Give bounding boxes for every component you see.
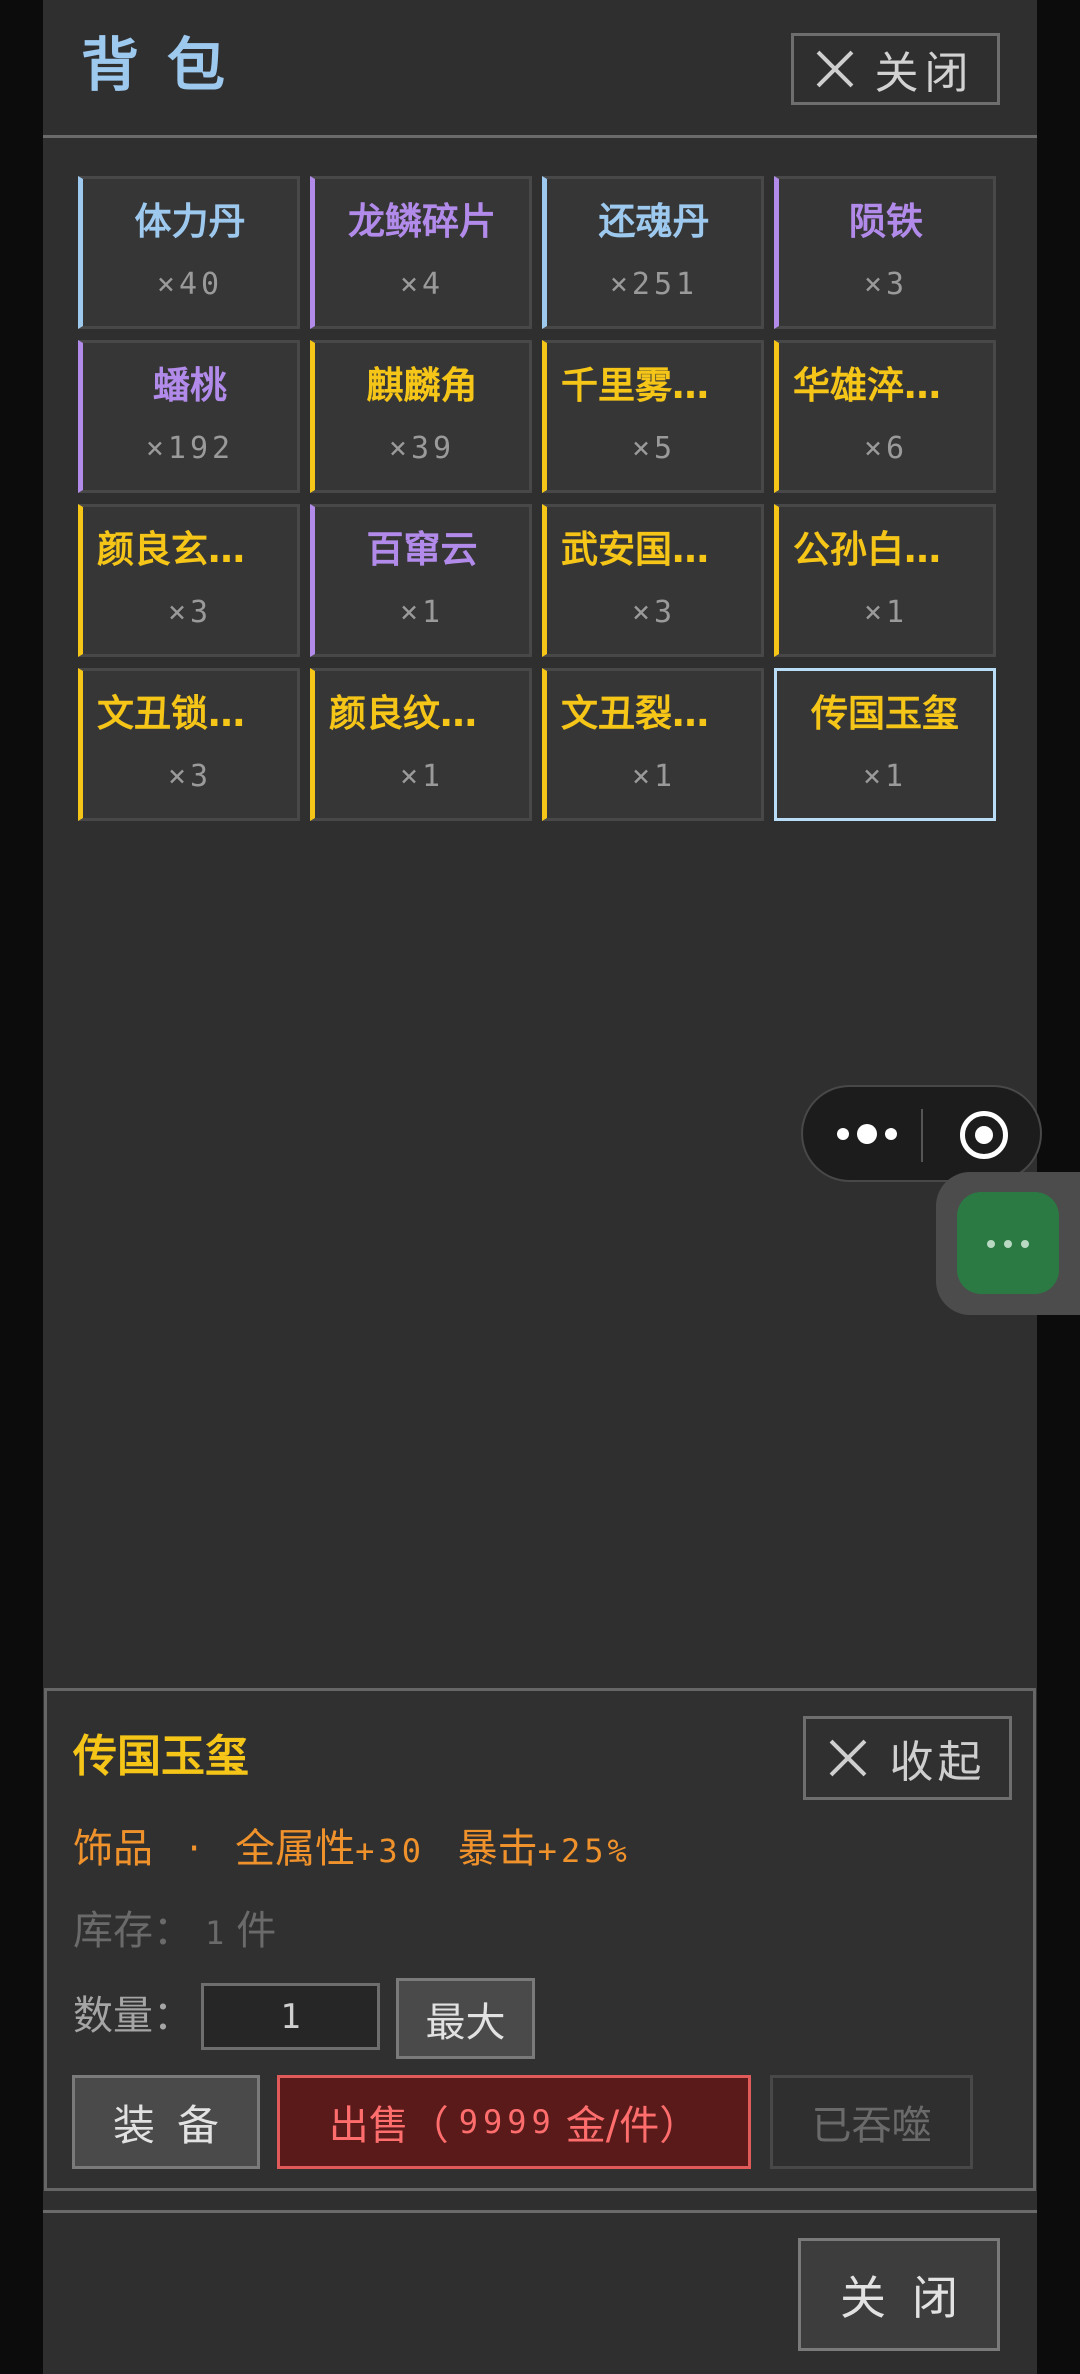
item-count: ×40 — [156, 267, 224, 302]
sell-suffix: 金/件） — [565, 2103, 700, 2149]
close-icon — [830, 1740, 866, 1776]
item-name: 麒麟角 — [366, 364, 478, 407]
item-name: 文丑锁… — [97, 692, 245, 735]
attr-value: +25% — [537, 1832, 631, 1870]
item-name: 公孙白… — [793, 528, 941, 571]
equip-button[interactable]: 装备 — [72, 2075, 260, 2169]
floating-chat[interactable] — [936, 1172, 1080, 1315]
item-count: ×3 — [863, 267, 909, 302]
inventory-item[interactable]: 武安国… ×3 — [542, 504, 764, 657]
item-count: ×5 — [631, 431, 677, 466]
sell-price: 9999 — [458, 2103, 556, 2141]
inventory-item[interactable]: 传国玉玺 ×1 — [774, 668, 996, 821]
item-name: 陨铁 — [849, 200, 923, 243]
sell-prefix: 出售（ — [328, 2103, 449, 2149]
item-count: ×1 — [631, 759, 677, 794]
item-count: ×6 — [863, 431, 909, 466]
inventory-item[interactable]: 蟠桃 ×192 — [78, 340, 300, 493]
inventory-item[interactable]: 千里雾… ×5 — [542, 340, 764, 493]
item-count: ×1 — [399, 759, 445, 794]
item-name: 华雄淬… — [793, 364, 941, 407]
chat-bubble-icon — [957, 1192, 1059, 1294]
item-count: ×3 — [167, 595, 213, 630]
close-button-bottom[interactable]: 关闭 — [798, 2238, 1000, 2351]
quantity-input[interactable] — [201, 1983, 380, 2050]
item-count: ×1 — [399, 595, 445, 630]
inventory-item[interactable]: 公孙白… ×1 — [774, 504, 996, 657]
close-icon — [817, 51, 853, 87]
item-name: 还魂丹 — [598, 200, 710, 243]
inventory-item[interactable]: 文丑锁… ×3 — [78, 668, 300, 821]
inventory-item[interactable]: 麒麟角 ×39 — [310, 340, 532, 493]
capsule-divider — [921, 1109, 923, 1162]
item-type: 饰品 — [73, 1826, 153, 1872]
attr-name: 暴击 — [457, 1826, 538, 1872]
stock-value: 1 — [205, 1914, 225, 1952]
item-count: ×1 — [863, 595, 909, 630]
item-stock: 库存： 1 件 — [73, 1903, 276, 1961]
item-count: ×192 — [145, 431, 235, 466]
inventory-item[interactable]: 龙鳞碎片 ×4 — [310, 176, 532, 329]
attr-name: 全属性 — [235, 1826, 356, 1872]
footer-divider — [43, 2210, 1037, 2213]
item-name: 百窜云 — [366, 528, 478, 571]
more-dots-icon[interactable] — [837, 1122, 897, 1148]
inventory-item[interactable]: 体力丹 ×40 — [78, 176, 300, 329]
inventory-item[interactable]: 百窜云 ×1 — [310, 504, 532, 657]
target-circle-icon[interactable] — [960, 1111, 1008, 1159]
inventory-item[interactable]: 文丑裂… ×1 — [542, 668, 764, 821]
collapse-label: 收起 — [889, 1737, 986, 1788]
item-attributes: 饰品 · 全属性+30 暴击+25% — [73, 1821, 631, 1879]
close-label: 关闭 — [874, 48, 975, 99]
item-name: 传国玉玺 — [73, 1731, 249, 1782]
inventory-item[interactable]: 华雄淬… ×6 — [774, 340, 996, 493]
item-count: ×1 — [862, 759, 908, 794]
stock-unit: 件 — [236, 1908, 277, 1954]
item-name: 传国玉玺 — [811, 692, 959, 735]
item-name: 千里雾… — [561, 364, 709, 407]
item-count: ×251 — [609, 267, 699, 302]
item-name: 颜良玄… — [97, 528, 245, 571]
inventory-item[interactable]: 陨铁 ×3 — [774, 176, 996, 329]
inventory-grid: 体力丹 ×40 龙鳞碎片 ×4 还魂丹 ×251 陨铁 ×3 蟠桃 ×192 麒麟角 ×39 千里雾… ×… — [78, 176, 1002, 821]
item-count: ×3 — [631, 595, 677, 630]
stock-label: 库存： — [73, 1908, 193, 1954]
inventory-item[interactable]: 颜良纹… ×1 — [310, 668, 532, 821]
item-count: ×39 — [388, 431, 456, 466]
item-name: 武安国… — [561, 528, 709, 571]
panel-header: 背包 关闭 — [43, 0, 1037, 138]
item-name: 颜良纹… — [329, 692, 477, 735]
page-title: 背包 — [81, 31, 254, 99]
item-count: ×3 — [167, 759, 213, 794]
sell-button[interactable]: 出售（ 9999 金/件） — [277, 2075, 751, 2169]
miniprogram-capsule — [801, 1085, 1042, 1182]
attr-value: +30 — [355, 1832, 425, 1870]
quantity-label: 数量： — [73, 1993, 193, 2039]
item-detail-panel: 传国玉玺 收起 饰品 · 全属性+30 暴击+25% 库存：1件 数量： 最大 … — [44, 1688, 1036, 2191]
max-button[interactable]: 最大 — [396, 1978, 535, 2059]
separator: · — [187, 1826, 201, 1872]
devoured-button: 已吞噬 — [770, 2075, 973, 2169]
item-name: 体力丹 — [134, 200, 246, 243]
collapse-button[interactable]: 收起 — [803, 1716, 1012, 1800]
close-button-top[interactable]: 关闭 — [791, 33, 1000, 105]
item-name: 蟠桃 — [153, 364, 227, 407]
backpack-panel: 背包 关闭 体力丹 ×40 龙鳞碎片 ×4 还魂丹 ×251 陨铁 ×3 蟠桃 ×192 麒麟角 ×3… — [43, 0, 1037, 2374]
inventory-item[interactable]: 还魂丹 ×251 — [542, 176, 764, 329]
item-name: 龙鳞碎片 — [348, 200, 496, 243]
item-name: 文丑裂… — [561, 692, 709, 735]
item-count: ×4 — [399, 267, 445, 302]
inventory-item[interactable]: 颜良玄… ×3 — [78, 504, 300, 657]
